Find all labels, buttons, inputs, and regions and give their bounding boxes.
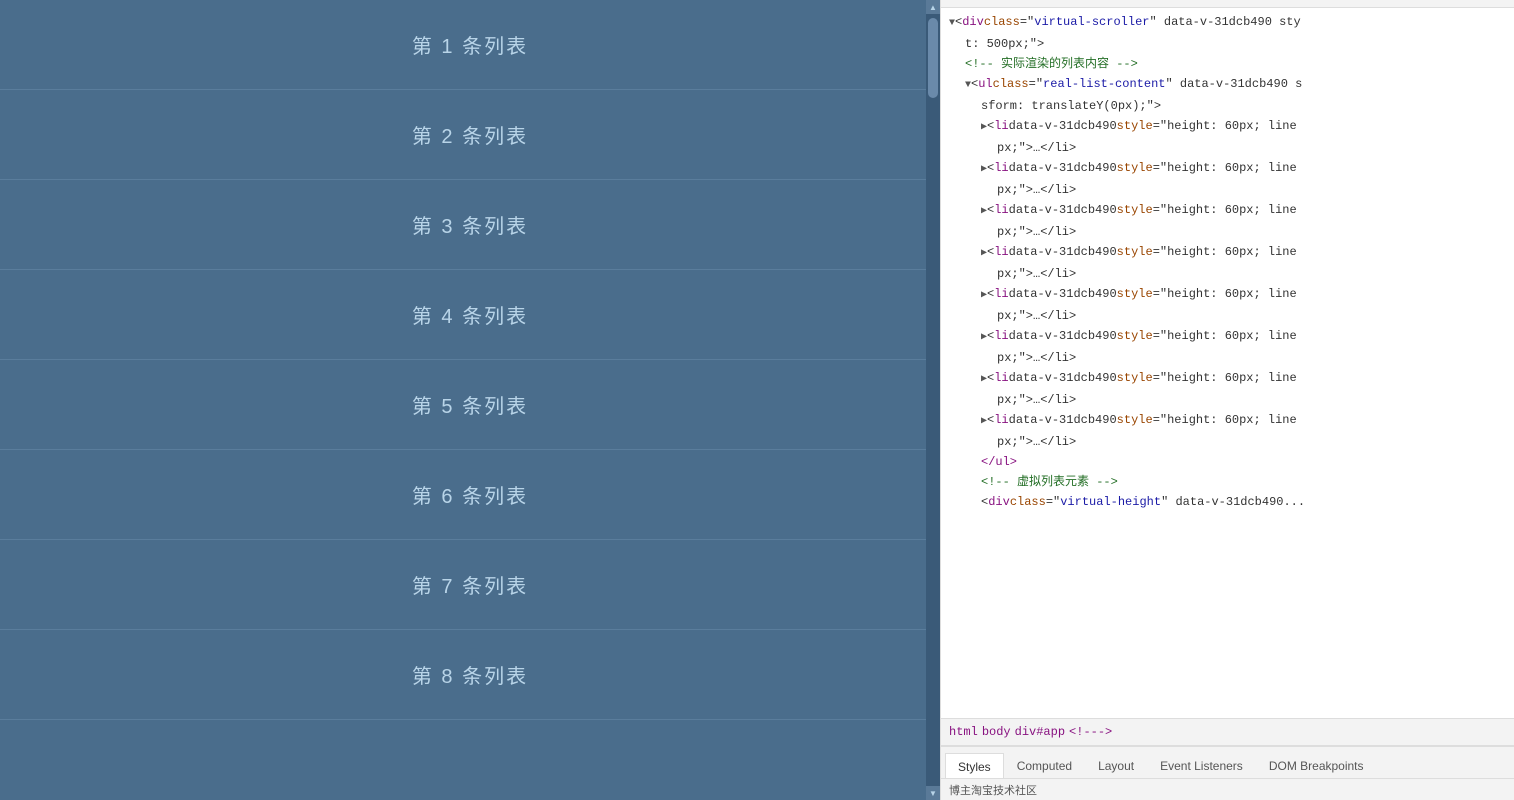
code-line[interactable]: ▶<li data-v-31dcb490 style="height: 60px… [941,284,1514,306]
status-bar: 博主淘宝技术社区 [941,778,1514,800]
code-line[interactable]: <!-- 实际渲染的列表内容 --> [941,54,1514,74]
code-line[interactable]: px;">…</li> [941,138,1514,158]
code-line[interactable]: ▶<li data-v-31dcb490 style="height: 60px… [941,158,1514,180]
code-line[interactable]: sform: translateY(0px);"> [941,96,1514,116]
code-line[interactable]: px;">…</li> [941,180,1514,200]
code-line[interactable]: ▼<div class="virtual-scroller" data-v-31… [941,12,1514,34]
code-line[interactable]: ▶<li data-v-31dcb490 style="height: 60px… [941,200,1514,222]
code-line[interactable]: <!-- 虚拟列表元素 --> [941,472,1514,492]
list-item-8: 第 8 条列表 [0,630,940,720]
tab-dom-breakpoints[interactable]: DOM Breakpoints [1256,752,1377,778]
code-line[interactable]: ▶<li data-v-31dcb490 style="height: 60px… [941,368,1514,390]
code-line[interactable]: ▶<li data-v-31dcb490 style="height: 60px… [941,116,1514,138]
breadcrumb-item-1[interactable]: body [982,725,1011,739]
code-line[interactable]: ▶<li data-v-31dcb490 style="height: 60px… [941,326,1514,348]
code-line[interactable]: px;">…</li> [941,264,1514,284]
tab-layout[interactable]: Layout [1085,752,1147,778]
list-item-7: 第 7 条列表 [0,540,940,630]
code-line[interactable]: px;">…</li> [941,432,1514,452]
code-line[interactable]: ▶<li data-v-31dcb490 style="height: 60px… [941,242,1514,264]
list-item-3: 第 3 条列表 [0,180,940,270]
devtools-panel: ▼<div class="virtual-scroller" data-v-31… [940,0,1514,800]
dom-code-area: ▼<div class="virtual-scroller" data-v-31… [941,8,1514,718]
breadcrumb-item-2[interactable]: div#app [1015,725,1065,739]
list-item-2: 第 2 条列表 [0,90,940,180]
list-item-5: 第 5 条列表 [0,360,940,450]
code-line[interactable]: t: 500px;"> [941,34,1514,54]
list-item-6: 第 6 条列表 [0,450,940,540]
code-line[interactable]: px;">…</li> [941,222,1514,242]
devtools-tab-bar[interactable]: StylesComputedLayoutEvent ListenersDOM B… [941,746,1514,778]
code-line[interactable]: ▼<ul class="real-list-content" data-v-31… [941,74,1514,96]
breadcrumb-item-0[interactable]: html [949,725,978,739]
list-item-1: 第 1 条列表 [0,0,940,90]
code-line[interactable]: <div class="virtual-height" data-v-31dcb… [941,492,1514,512]
breadcrumb-bar: html body div#app <!---> [941,718,1514,746]
tab-styles[interactable]: Styles [945,753,1004,778]
code-line[interactable]: </ul> [941,452,1514,472]
code-line[interactable]: px;">…</li> [941,348,1514,368]
breadcrumb-item-3[interactable]: <!---> [1069,725,1112,739]
code-line[interactable]: ▶<li data-v-31dcb490 style="height: 60px… [941,410,1514,432]
tab-event-listeners[interactable]: Event Listeners [1147,752,1256,778]
status-text: 博主淘宝技术社区 [949,782,1037,798]
code-line[interactable]: px;">…</li> [941,306,1514,326]
list-items-container: 第 1 条列表第 2 条列表第 3 条列表第 4 条列表第 5 条列表第 6 条… [0,0,940,720]
scrollbar-track[interactable]: ▲ ▼ [926,0,940,800]
scrollbar-down-arrow[interactable]: ▼ [926,786,940,800]
devtools-toolbar [941,0,1514,8]
tab-computed[interactable]: Computed [1004,752,1085,778]
list-item-4: 第 4 条列表 [0,270,940,360]
code-line[interactable]: px;">…</li> [941,390,1514,410]
virtual-list-panel: 第 1 条列表第 2 条列表第 3 条列表第 4 条列表第 5 条列表第 6 条… [0,0,940,800]
scrollbar-thumb[interactable] [928,18,938,98]
scrollbar-up-arrow[interactable]: ▲ [926,0,940,14]
